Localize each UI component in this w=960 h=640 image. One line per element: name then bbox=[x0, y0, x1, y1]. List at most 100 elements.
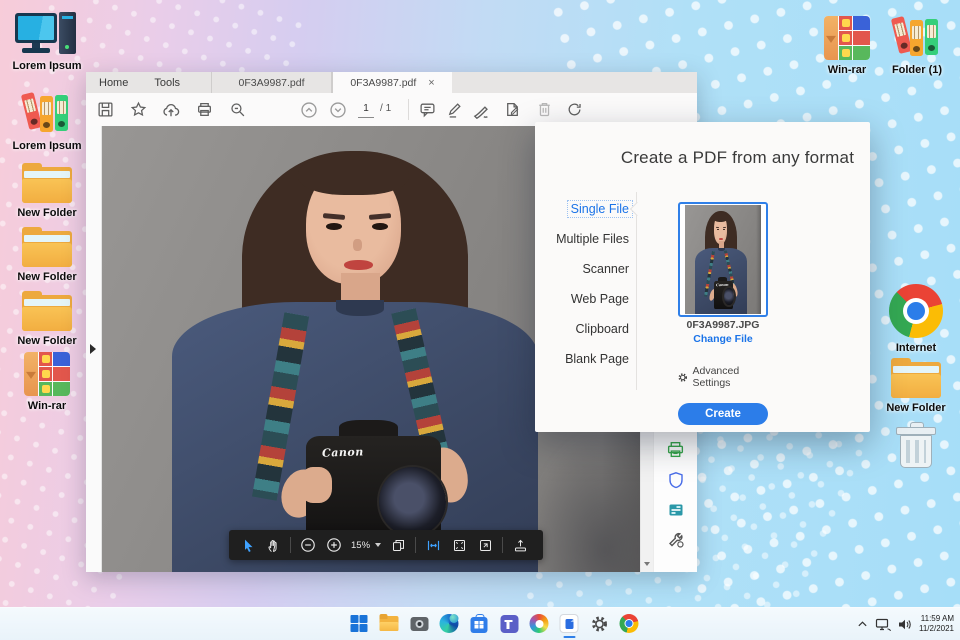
favorite-star-icon[interactable] bbox=[128, 100, 148, 120]
camera-brand-text: Canon bbox=[321, 445, 364, 460]
desktop-icon-computer[interactable]: Lorem Ipsum bbox=[8, 12, 86, 72]
menu-item-clipboard[interactable]: Clipboard bbox=[535, 316, 632, 342]
desktop-icon-binders[interactable]: Lorem Ipsum bbox=[8, 90, 86, 152]
expand-panel-arrow-icon[interactable] bbox=[90, 344, 96, 354]
comment-icon[interactable] bbox=[417, 100, 437, 120]
change-file-link[interactable]: Change File bbox=[678, 333, 768, 345]
fit-page-icon[interactable] bbox=[450, 536, 468, 554]
hand-pan-icon[interactable] bbox=[264, 536, 282, 554]
gear-icon bbox=[678, 372, 687, 382]
document-tab-active[interactable]: 0F3A9987.pdf × bbox=[332, 72, 453, 93]
paint-icon[interactable] bbox=[529, 613, 550, 634]
menu-item-multiple-files[interactable]: Multiple Files bbox=[535, 226, 632, 252]
desktop-icon-folder-2[interactable]: New Folder bbox=[8, 227, 86, 283]
file-preview-thumbnail[interactable]: Canon bbox=[678, 202, 768, 317]
trash-icon bbox=[894, 422, 938, 468]
tray-chevron-up-icon[interactable] bbox=[857, 620, 868, 628]
desktop-icon-label: New Folder bbox=[17, 271, 77, 283]
start-icon[interactable] bbox=[349, 613, 370, 634]
sign-pen-icon[interactable] bbox=[471, 100, 491, 120]
desktop-icon-folder-1-binders[interactable]: Folder (1) bbox=[878, 14, 956, 76]
pdf-app-icon[interactable] bbox=[559, 613, 580, 638]
winrar-icon bbox=[24, 352, 70, 396]
tab-tools[interactable]: Tools bbox=[141, 72, 193, 93]
desktop: Lorem Ipsum Lorem Ipsum New Folder New F… bbox=[0, 0, 960, 640]
page-down-icon[interactable] bbox=[328, 100, 348, 120]
select-cursor-icon[interactable] bbox=[238, 536, 256, 554]
rotate-refresh-icon[interactable] bbox=[564, 100, 584, 120]
settings-gear-icon[interactable] bbox=[589, 613, 610, 634]
advanced-settings[interactable]: Advanced Settings bbox=[678, 365, 768, 389]
speaker-icon[interactable] bbox=[898, 618, 912, 631]
close-icon[interactable]: × bbox=[428, 77, 434, 89]
zoom-out-icon[interactable] bbox=[299, 536, 317, 554]
binders-icon bbox=[890, 14, 943, 60]
chrome-taskbar-icon[interactable] bbox=[619, 613, 640, 634]
desktop-icon-winrar-top[interactable]: Win-rar bbox=[808, 16, 886, 76]
tools-wrench-icon[interactable] bbox=[665, 529, 687, 551]
taskbar: 11:59 AM 11/2/2021 bbox=[0, 607, 960, 640]
save-icon[interactable] bbox=[95, 100, 115, 120]
camera-brand-text: Canon bbox=[715, 282, 729, 288]
menu-selection-notch bbox=[629, 201, 645, 217]
tab-home[interactable]: Home bbox=[86, 72, 141, 93]
page-up-icon[interactable] bbox=[299, 100, 319, 120]
desktop-icon-label: Win-rar bbox=[827, 64, 867, 76]
file-explorer-icon[interactable] bbox=[379, 613, 400, 634]
edge-icon[interactable] bbox=[439, 613, 460, 634]
protect-shield-icon[interactable] bbox=[665, 469, 687, 491]
clock-time: 11:59 AM bbox=[920, 613, 954, 623]
system-tray: 11:59 AM 11/2/2021 bbox=[857, 608, 954, 640]
toolbar-divider bbox=[415, 537, 417, 553]
scroll-down-icon[interactable] bbox=[641, 558, 653, 570]
desktop-icon-label: New Folder bbox=[17, 207, 77, 219]
desktop-icon-new-folder-right[interactable]: New Folder bbox=[877, 358, 955, 414]
left-panel-collapsed[interactable] bbox=[86, 126, 102, 572]
computer-icon bbox=[15, 12, 79, 56]
store-icon[interactable] bbox=[469, 613, 490, 634]
folder-icon bbox=[22, 163, 72, 203]
folder-icon bbox=[891, 358, 941, 398]
upload-share-icon[interactable] bbox=[511, 536, 529, 554]
edit-document-icon[interactable] bbox=[502, 100, 522, 120]
fit-width-icon[interactable] bbox=[424, 536, 442, 554]
search-icon[interactable] bbox=[227, 100, 247, 120]
active-app-indicator bbox=[563, 635, 575, 638]
menu-item-single-file[interactable]: Single File bbox=[535, 196, 634, 222]
print-icon[interactable] bbox=[194, 100, 214, 120]
desktop-icon-folder-3[interactable]: New Folder bbox=[8, 291, 86, 347]
teams-icon[interactable] bbox=[499, 613, 520, 634]
media-icon[interactable] bbox=[665, 499, 687, 521]
taskbar-center bbox=[349, 613, 640, 638]
highlight-pencil-icon[interactable] bbox=[444, 100, 464, 120]
zoom-in-icon[interactable] bbox=[325, 536, 343, 554]
camera-app-icon[interactable] bbox=[409, 613, 430, 634]
fullscreen-icon[interactable] bbox=[476, 536, 494, 554]
desktop-icon-folder-1[interactable]: New Folder bbox=[8, 163, 86, 219]
page-number-input[interactable]: 1 bbox=[358, 101, 374, 118]
zoom-level-dropdown[interactable]: 15% bbox=[351, 540, 382, 551]
desktop-icon-label: Internet bbox=[895, 342, 937, 354]
print-scan-icon[interactable] bbox=[665, 438, 687, 460]
page-total: / 1 bbox=[380, 103, 392, 114]
menu-item-scanner[interactable]: Scanner bbox=[535, 256, 632, 282]
desktop-icon-winrar[interactable]: Win-rar bbox=[8, 352, 86, 412]
document-tab-label: 0F3A9987.pdf bbox=[238, 76, 305, 89]
network-display-icon[interactable] bbox=[875, 618, 891, 631]
document-tab-inactive[interactable]: 0F3A9987.pdf bbox=[211, 72, 333, 93]
delete-trash-icon[interactable] bbox=[534, 100, 554, 120]
app-tab-bar: Home Tools 0F3A9987.pdf 0F3A9987.pdf × bbox=[86, 72, 697, 94]
menu-item-blank-page[interactable]: Blank Page bbox=[535, 346, 632, 372]
desktop-icon-recycle-bin[interactable] bbox=[877, 422, 955, 468]
binders-icon bbox=[20, 90, 73, 136]
viewer-toolbar: 15% bbox=[229, 530, 543, 560]
menu-item-web-page[interactable]: Web Page bbox=[535, 286, 632, 312]
selected-file-name: 0F3A9987.JPG bbox=[686, 319, 760, 331]
pages-icon[interactable] bbox=[389, 536, 407, 554]
desktop-icon-internet[interactable]: Internet bbox=[877, 284, 955, 354]
taskbar-clock[interactable]: 11:59 AM 11/2/2021 bbox=[919, 614, 954, 635]
folder-icon bbox=[22, 227, 72, 267]
create-button[interactable]: Create bbox=[678, 403, 768, 425]
cloud-upload-icon[interactable] bbox=[161, 100, 181, 120]
clock-date: 11/2/2021 bbox=[919, 624, 954, 633]
